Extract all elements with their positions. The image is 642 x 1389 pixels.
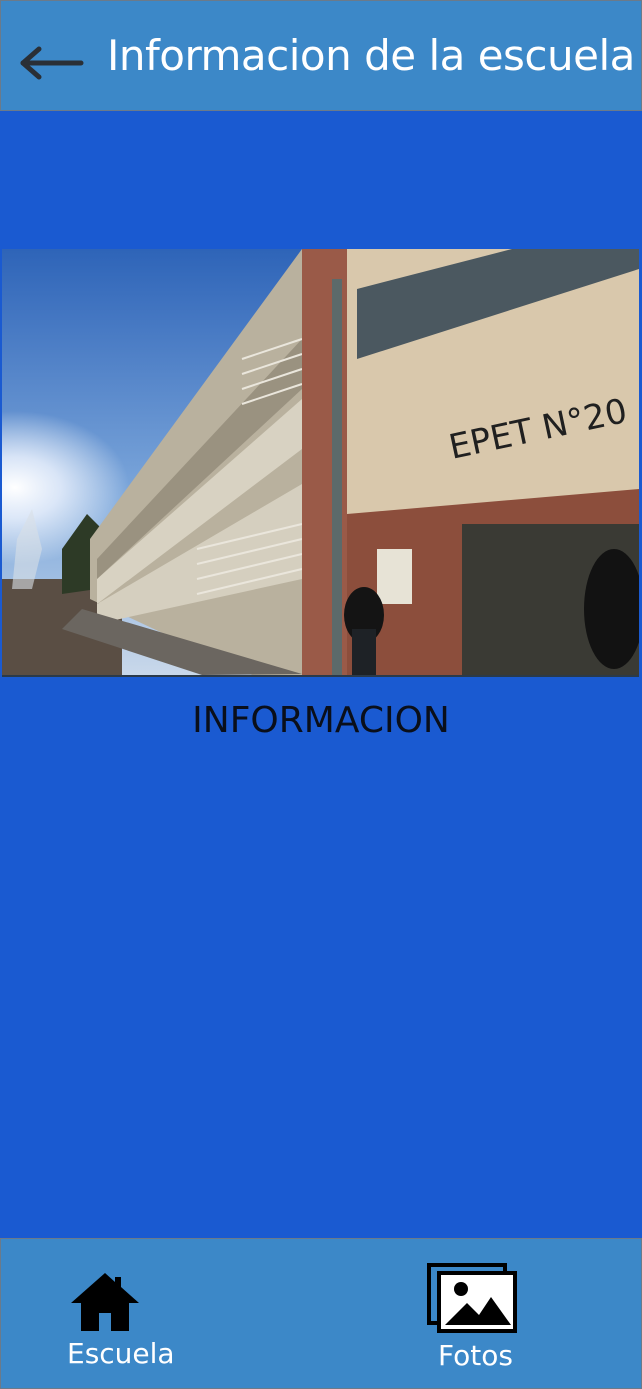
nav-escuela[interactable]: Escuela [57, 1267, 177, 1377]
nav-label-escuela: Escuela [67, 1337, 175, 1370]
bottom-navigation: Escuela Fotos [0, 1238, 642, 1389]
photos-icon [427, 1263, 517, 1333]
school-photo: EPET N°20 [2, 249, 639, 677]
arrow-left-icon [20, 46, 84, 80]
page-title: Informacion de la escuela [107, 31, 635, 80]
info-heading: INFORMACION [192, 700, 450, 741]
back-button[interactable] [15, 41, 85, 85]
nav-fotos[interactable]: Fotos [417, 1261, 537, 1379]
app-header: Informacion de la escuela [0, 0, 642, 111]
nav-label-fotos: Fotos [438, 1339, 513, 1372]
home-icon [71, 1273, 139, 1331]
